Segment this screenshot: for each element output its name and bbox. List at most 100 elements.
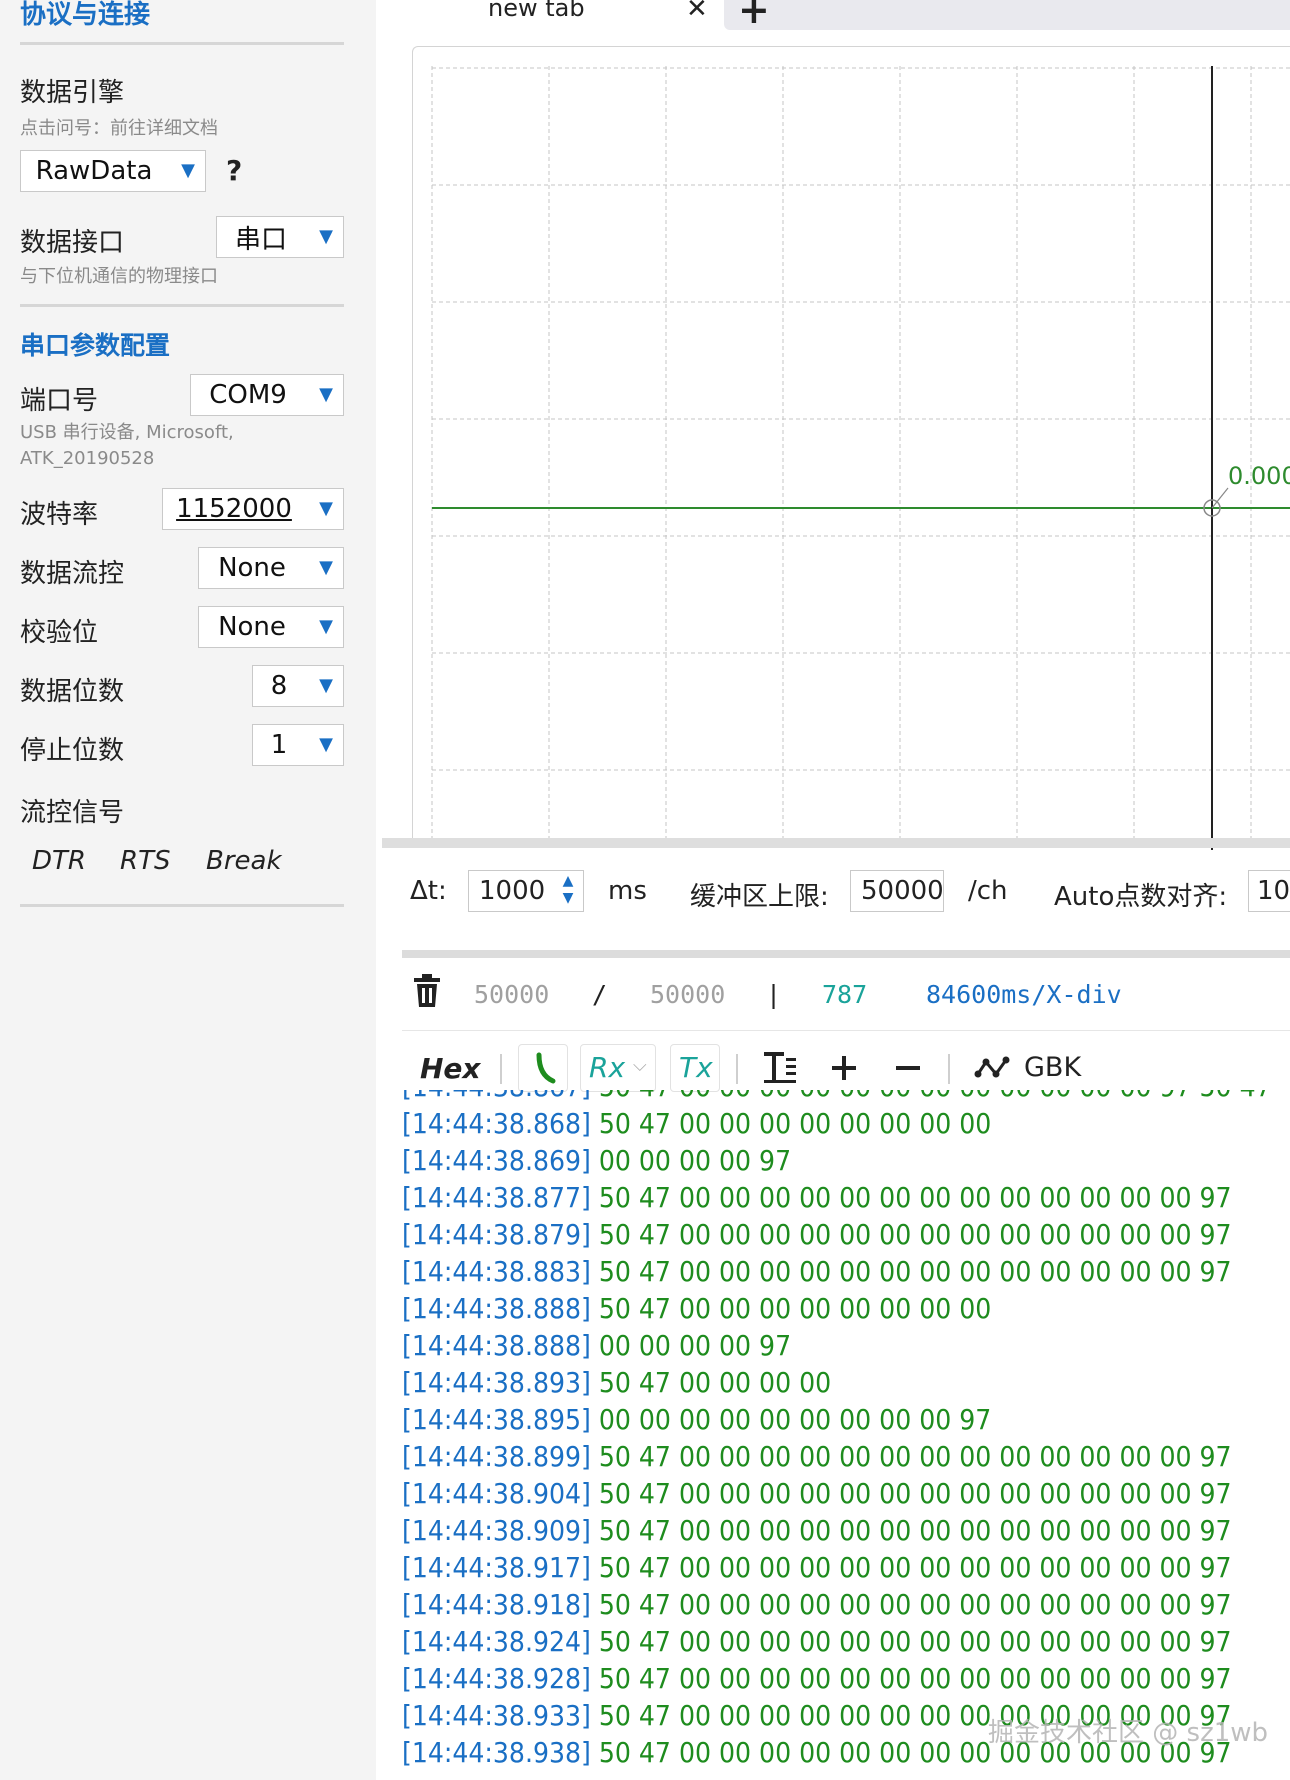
- chevron-down-icon: ⌵: [633, 1055, 647, 1076]
- baud-select[interactable]: 1152000 ▼: [162, 488, 344, 530]
- minus-icon[interactable]: [894, 1054, 922, 1082]
- plot-grid: [431, 66, 1290, 850]
- log-row: [14:44:38.888] 00 00 00 00 97: [402, 1327, 1290, 1364]
- log-row: [14:44:38.909] 50 47 00 00 00 00 00 00 0…: [402, 1512, 1290, 1549]
- rts-toggle[interactable]: RTS: [120, 846, 170, 876]
- buffer-unit: /ch: [968, 876, 1008, 906]
- log-hex: 50 47 00 00 00 00 00 00 00 00: [598, 1292, 992, 1325]
- log-row: [14:44:38.928] 50 47 00 00 00 00 00 00 0…: [402, 1660, 1290, 1697]
- toolbar-separator: [736, 1054, 738, 1084]
- log-hex: 00 00 00 00 97: [598, 1329, 792, 1362]
- break-toggle[interactable]: Break: [206, 846, 282, 876]
- panel-title: 协议与连接: [20, 0, 151, 30]
- log-hex: 50 47 00 00 00 00 00 00 00 00 00 00 00 0…: [598, 1625, 1232, 1658]
- log-row: [14:44:38.883] 50 47 00 00 00 00 00 00 0…: [402, 1253, 1290, 1290]
- parity-select[interactable]: None ▼: [198, 606, 344, 648]
- log-timestamp: [14:44:38.869]: [402, 1144, 591, 1177]
- log-hex: 50 47 00 00 00 00 00 00 00 00 00 00 00 0…: [598, 1218, 1232, 1251]
- log-timestamp: [14:44:38.928]: [402, 1662, 591, 1695]
- tab-new-tab[interactable]: new tab: [488, 0, 585, 22]
- help-icon[interactable]: ?: [226, 154, 242, 187]
- log-timestamp: [14:44:38.924]: [402, 1625, 591, 1658]
- log-row: [14:44:38.888] 50 47 00 00 00 00 00 00 0…: [402, 1290, 1290, 1327]
- scroll-lock-button[interactable]: [518, 1044, 568, 1092]
- flow-select[interactable]: None ▼: [198, 547, 344, 589]
- engine-hint: 点击问号：前往详细文档: [20, 118, 218, 139]
- toolbar-separator: [948, 1054, 950, 1084]
- text-format-icon[interactable]: [762, 1050, 798, 1086]
- log-timestamp: [14:44:38.877]: [402, 1181, 591, 1214]
- divider: [20, 42, 344, 45]
- log-row: [14:44:38.904] 50 47 00 00 00 00 00 00 0…: [402, 1475, 1290, 1512]
- encoding-label[interactable]: GBK: [1024, 1052, 1081, 1083]
- cursor-value: 0.000: [1228, 462, 1290, 490]
- dt-spinbox[interactable]: 1000 ▲ ▼: [468, 870, 584, 912]
- add-tab-icon[interactable]: +: [738, 0, 770, 32]
- auto-input[interactable]: 10: [1248, 870, 1290, 912]
- encoding-icon[interactable]: [974, 1054, 1010, 1084]
- log-row: [14:44:38.867] 50 47 00 00 00 00 00 00 0…: [402, 1090, 1290, 1105]
- interface-select[interactable]: 串口 ▼: [216, 216, 344, 258]
- log-row: [14:44:38.893] 50 47 00 00 00 00: [402, 1364, 1290, 1401]
- splitter-handle[interactable]: [402, 950, 1290, 958]
- log-timestamp: [14:44:38.904]: [402, 1477, 591, 1510]
- port-desc: USB 串行设备, Microsoft,: [20, 422, 234, 443]
- log-hex: 50 47 00 00 00 00: [598, 1366, 832, 1399]
- time-scale: 84600ms/X-div: [926, 980, 1122, 1009]
- chevron-down-icon: ▼: [319, 498, 333, 519]
- buffer-label: 缓冲区上限:: [690, 882, 829, 912]
- count-slash: /: [592, 980, 608, 1009]
- databits-select[interactable]: 8 ▼: [252, 665, 344, 707]
- engine-select[interactable]: RawData ▼: [20, 150, 206, 192]
- waveform-plot[interactable]: 0.000: [430, 66, 1290, 850]
- chevron-down-icon: ▼: [319, 616, 333, 637]
- chevron-down-icon: ▼: [319, 384, 333, 405]
- tab-strip-empty: [724, 0, 1290, 30]
- log-hex: 50 47 00 00 00 00 00 00 00 00: [598, 1107, 992, 1140]
- rx-filter-button[interactable]: Rx ⌵: [580, 1044, 656, 1092]
- stopbits-select[interactable]: 1 ▼: [252, 724, 344, 766]
- log-hex: 00 00 00 00 97: [598, 1144, 792, 1177]
- log-row: [14:44:38.924] 50 47 00 00 00 00 00 00 0…: [402, 1623, 1290, 1660]
- log-timestamp: [14:44:38.893]: [402, 1366, 591, 1399]
- spin-arrows-icon[interactable]: ▲ ▼: [557, 873, 579, 907]
- log-row: [14:44:38.917] 50 47 00 00 00 00 00 00 0…: [402, 1549, 1290, 1586]
- log-timestamp: [14:44:38.888]: [402, 1292, 591, 1325]
- log-timestamp: [14:44:38.883]: [402, 1255, 591, 1288]
- toolbar-separator: [500, 1054, 502, 1084]
- plus-icon[interactable]: [830, 1054, 858, 1082]
- engine-value: RawData: [35, 156, 153, 186]
- log-row: [14:44:38.869] 00 00 00 00 97: [402, 1142, 1290, 1179]
- plot-scrollbar[interactable]: [382, 838, 1290, 848]
- log-row: [14:44:38.918] 50 47 00 00 00 00 00 00 0…: [402, 1586, 1290, 1623]
- dtr-toggle[interactable]: DTR: [32, 846, 86, 876]
- auto-value: 10: [1257, 876, 1290, 906]
- signals-label: 流控信号: [20, 798, 125, 828]
- chevron-down-icon: ▼: [319, 226, 333, 247]
- buffer-input[interactable]: 50000: [850, 870, 944, 912]
- hex-toggle[interactable]: Hex: [420, 1052, 480, 1085]
- receive-log[interactable]: [14:44:38.867] 50 47 00 00 00 00 00 00 0…: [402, 1090, 1290, 1780]
- log-timestamp: [14:44:38.868]: [402, 1107, 591, 1140]
- log-timestamp: [14:44:38.909]: [402, 1514, 591, 1547]
- port-select[interactable]: COM9 ▼: [190, 374, 344, 416]
- log-hex: 00 00 00 00 00 00 00 00 00 97: [598, 1403, 992, 1436]
- log-row: [14:44:38.879] 50 47 00 00 00 00 00 00 0…: [402, 1216, 1290, 1253]
- log-timestamp: [14:44:38.888]: [402, 1329, 591, 1362]
- port-desc: ATK_20190528: [20, 448, 155, 469]
- tx-filter-button[interactable]: Tx: [670, 1044, 720, 1092]
- log-hex: 50 47 00 00 00 00 00 00 00 00 00 00 00 0…: [598, 1588, 1232, 1621]
- log-row: [14:44:38.899] 50 47 00 00 00 00 00 00 0…: [402, 1438, 1290, 1475]
- close-icon[interactable]: ✕: [686, 0, 708, 24]
- dt-label: Δt:: [410, 876, 447, 906]
- log-timestamp: [14:44:38.938]: [402, 1736, 591, 1769]
- trash-icon[interactable]: [412, 974, 442, 1008]
- log-hex: 50 47 00 00 00 00 00 00 00 00 00 00 00 0…: [598, 1477, 1232, 1510]
- log-timestamp: [14:44:38.917]: [402, 1551, 591, 1584]
- log-row: [14:44:38.868] 50 47 00 00 00 00 00 00 0…: [402, 1105, 1290, 1142]
- auto-label: Auto点数对齐:: [1054, 882, 1228, 912]
- rx-label: Rx: [589, 1051, 626, 1084]
- log-row: [14:44:38.895] 00 00 00 00 00 00 00 00 0…: [402, 1401, 1290, 1438]
- dt-unit: ms: [608, 876, 647, 906]
- watermark: 掘金技术社区 @ sz1wb: [988, 1718, 1269, 1748]
